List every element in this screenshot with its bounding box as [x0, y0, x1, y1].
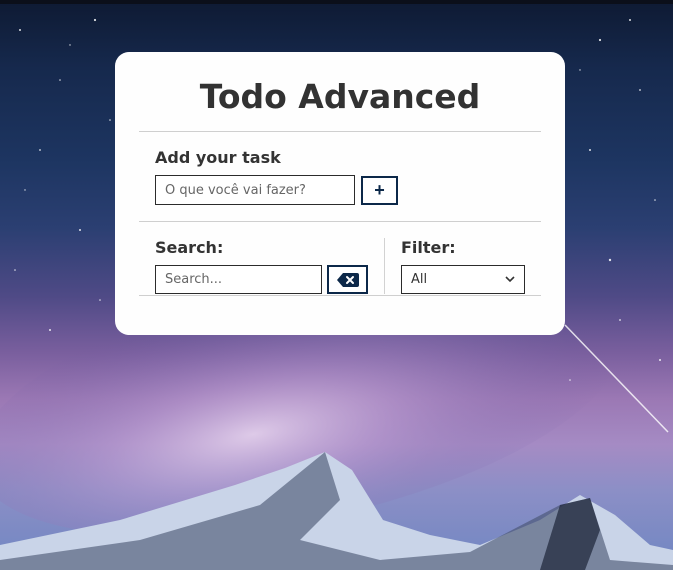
filter-select[interactable]: All: [401, 265, 525, 294]
todo-card: Todo Advanced Add your task + Search:: [115, 52, 565, 335]
divider: [139, 295, 541, 296]
top-strip: [0, 0, 673, 4]
search-filter-section: Search: Filter: All: [139, 222, 541, 295]
search-label: Search:: [155, 238, 224, 257]
app-title: Todo Advanced: [199, 77, 481, 116]
search-input[interactable]: [155, 265, 322, 294]
filter-label: Filter:: [401, 238, 456, 257]
add-task-label: Add your task: [155, 148, 281, 167]
column-separator: [384, 238, 385, 294]
task-input[interactable]: [155, 175, 355, 205]
add-task-button[interactable]: +: [361, 175, 398, 205]
clear-search-button[interactable]: [327, 265, 368, 294]
backspace-icon: [336, 272, 359, 287]
filter-selected-value: All: [411, 272, 428, 287]
search-column: Search:: [155, 238, 368, 295]
filter-column: Filter: All: [401, 238, 525, 295]
add-task-section: Add your task +: [139, 132, 541, 221]
chevron-down-icon: [505, 276, 515, 283]
